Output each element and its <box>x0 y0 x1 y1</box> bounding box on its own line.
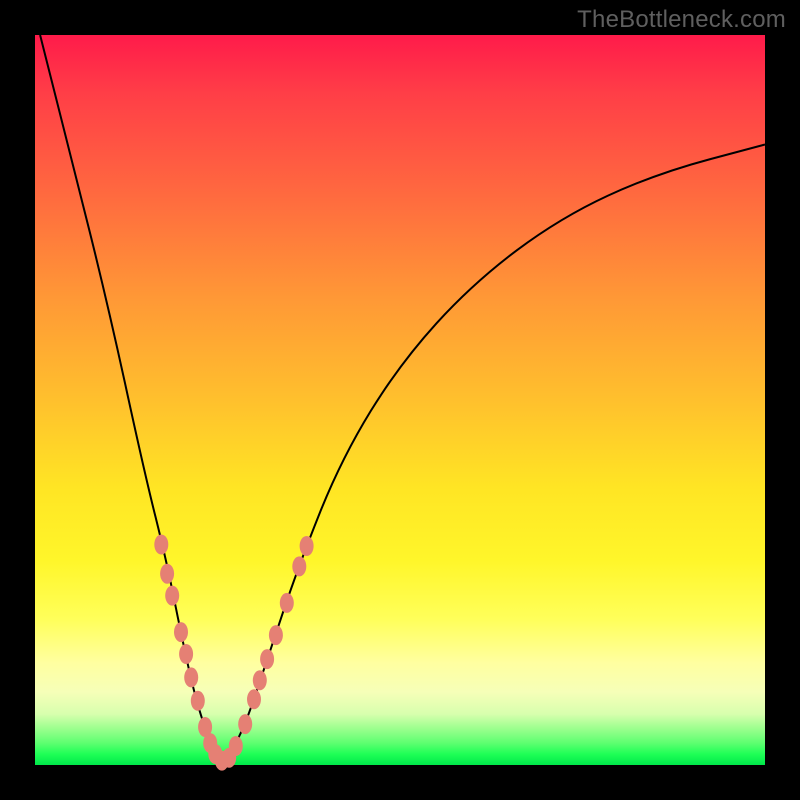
bottleneck-curve <box>40 35 765 758</box>
curve-marker <box>229 736 243 756</box>
curve-marker <box>300 536 314 556</box>
marker-group <box>154 535 313 771</box>
curve-marker <box>253 670 267 690</box>
curve-marker <box>292 556 306 576</box>
curve-marker <box>280 593 294 613</box>
watermark-text: TheBottleneck.com <box>577 6 786 34</box>
curve-marker <box>260 649 274 669</box>
curve-marker <box>154 535 168 555</box>
curve-marker <box>191 691 205 711</box>
curve-marker <box>160 564 174 584</box>
curve-marker <box>165 586 179 606</box>
curve-marker <box>247 689 261 709</box>
plot-area <box>35 35 765 765</box>
curve-marker <box>174 622 188 642</box>
chart-frame: TheBottleneck.com <box>0 0 800 800</box>
curve-marker <box>238 714 252 734</box>
curve-marker <box>269 625 283 645</box>
curve-marker <box>184 667 198 687</box>
curve-marker <box>179 644 193 664</box>
bottleneck-curve-svg <box>35 35 765 765</box>
